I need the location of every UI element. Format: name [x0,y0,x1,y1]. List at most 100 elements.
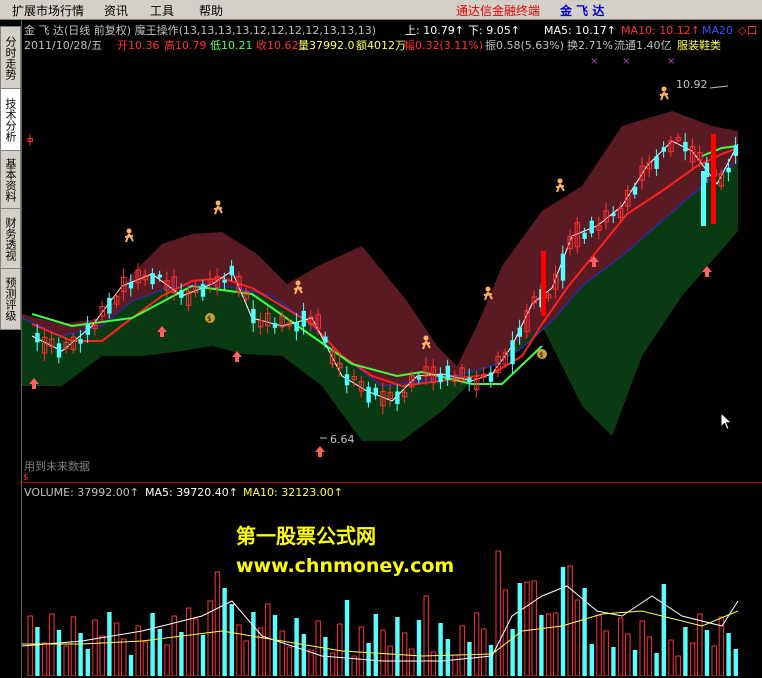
upper-band-label: 上: 10.79↑ [405,24,464,37]
menu-item-extended-market[interactable]: 扩展市场行情 [12,2,84,19]
amount-label: 额4012万 [356,39,406,52]
volume-bar [265,603,271,676]
candle-body [589,220,594,234]
volume-bar [560,567,566,676]
tab-basic-info-label: 基本资料 [4,158,17,202]
tab-intraday[interactable]: 分时走势 [0,26,21,90]
volume-ma5-label: MA5: 39720.40↑ [145,486,238,499]
runner-icon [215,200,221,206]
candle-body [517,327,522,337]
volume-bar [229,604,234,676]
menu-bar: 扩展市场行情 资讯 工具 帮助 通达信金融终端 金 飞 达 [0,0,762,20]
volume-bar [157,629,162,676]
candle-body [344,374,350,386]
volume-bar [539,615,544,676]
watermark-url: www.chnmoney.com [236,555,455,577]
tab-forecast[interactable]: 预测评级 [0,268,21,330]
close-label: 收10.62 [256,39,299,52]
candle-body [560,253,566,281]
sector-label: 服装鞋类 [677,39,721,52]
ma10-label: MA10: 10.12↑ [621,24,700,37]
side-tab-bar: 分时走势 技术分析 基本资料 财务透视 预测评级 [0,20,22,678]
candle-body [107,297,112,314]
volume-bar [661,584,666,676]
volume-bar [41,642,48,676]
volume-bar [150,613,155,676]
candle-body [488,372,494,382]
volume-bar [704,630,710,676]
runner-icon [661,86,667,92]
change-label: 幅0.32(3.11%) [404,39,484,52]
runner-icon [659,91,669,101]
candle-body [222,279,227,283]
terminal-title: 通达信金融终端 [456,4,541,18]
volume-bar [78,633,83,676]
volume-bar [452,654,458,676]
runner-icon [213,205,223,215]
volume-label: VOLUME: 37992.00↑ [24,486,139,499]
runner-icon [483,291,493,301]
volume-bar [675,655,681,676]
volume-bar [459,625,465,676]
tab-intraday-label: 分时走势 [4,36,17,80]
menu-item-help[interactable]: 帮助 [199,2,223,19]
volume-bar [214,571,221,676]
candle-body [179,290,184,298]
volume-bar [142,641,149,676]
volume-bar [344,600,350,676]
volume-bar [567,565,573,676]
volume-bar [257,627,264,676]
volume-bar [545,613,552,676]
star-marker: × [590,56,598,67]
volume-bar [438,623,443,676]
volume-bar [272,615,278,676]
tab-technical-analysis[interactable]: 技术分析 [0,88,21,152]
candle-body [733,144,738,156]
tab-basic-info[interactable]: 基本资料 [0,150,21,210]
high-price-marker: 10.92 [676,78,708,91]
volume-bar [632,650,638,676]
menu-item-tools[interactable]: 工具 [150,2,174,19]
chart-title: 金 飞 达(日线 前复权) 魔王操作(13,13,13,13,12,12,12,… [24,24,377,37]
volume-bar [495,550,501,676]
candle-body-large [701,171,706,226]
volume-bar [423,595,429,676]
volume-bar [395,617,400,676]
candle-body [128,282,134,289]
money-bag-symbol: $ [539,351,543,359]
buy-arrow-icon [315,446,325,457]
candle-body [654,156,659,169]
volume-bar [27,615,33,676]
volume-bar [128,655,134,676]
runner-icon [124,233,134,243]
volume-bar [56,630,62,676]
channel-bands [22,111,739,441]
volume-bar [301,634,306,676]
open-label: 开10.36 [117,39,160,52]
ma20-label: MA20 [702,24,734,37]
candle-body [272,323,278,328]
volume-bar [200,635,206,676]
candle-body [661,147,666,152]
candle-body [150,273,155,285]
volume-bar [524,581,530,676]
volume-bar [689,642,696,676]
candle-body [301,310,306,327]
volume-bar [409,648,415,676]
indicator-label: ◇口 [738,24,758,37]
volume-bar [185,607,192,676]
volume-bar [193,618,199,676]
candle-body [445,365,450,380]
volume-bar [646,636,653,676]
volume-bar [135,625,141,676]
candle-body [157,274,162,278]
volume-bar [510,629,515,676]
volume-bar [358,626,365,676]
candle-body [416,376,422,380]
lower-band-label: 下: 9.05↑ [468,24,520,37]
volume-bar [574,599,581,676]
tab-financial[interactable]: 财务透视 [0,208,21,270]
menu-item-news[interactable]: 资讯 [104,2,128,19]
watermark-title: 第一股票公式网 [236,524,376,548]
kline-chart[interactable]: $ $ × × × [22,56,762,676]
